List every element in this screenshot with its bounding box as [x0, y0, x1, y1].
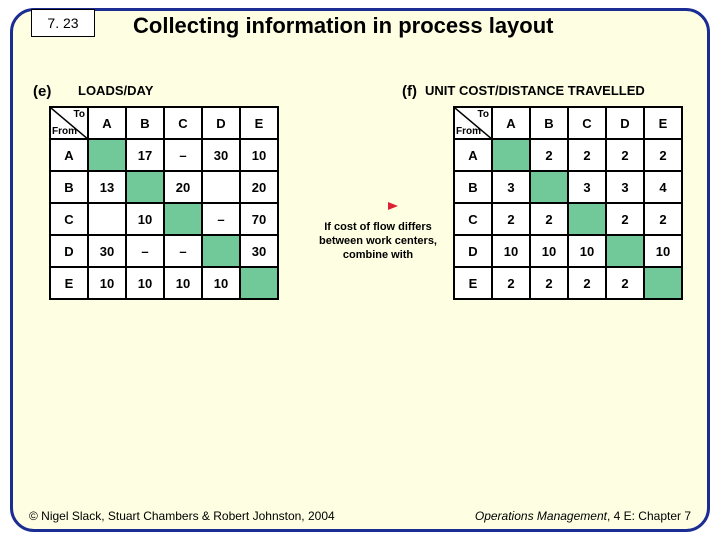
cell: 2 [568, 267, 606, 299]
cell: – [164, 139, 202, 171]
row-header: E [50, 267, 88, 299]
from-label: From [456, 126, 481, 137]
cell: 10 [530, 235, 568, 267]
slide-number: 7. 23 [47, 15, 78, 31]
cell: 30 [88, 235, 126, 267]
col-header: C [568, 107, 606, 139]
label-e: (e) [33, 83, 51, 100]
cell: 2 [644, 139, 682, 171]
caption-e: LOADS/DAY [78, 83, 153, 98]
row-header: D [50, 235, 88, 267]
cell: 20 [164, 171, 202, 203]
cell: 10 [240, 139, 278, 171]
footer-right-plain: , 4 E: Chapter 7 [607, 509, 691, 523]
cell [644, 267, 682, 299]
cell: 13 [88, 171, 126, 203]
cell: 10 [202, 267, 240, 299]
row-header: C [454, 203, 492, 235]
slide-title: Collecting information in process layout [133, 13, 554, 39]
cell: 10 [492, 235, 530, 267]
table-corner: To From [50, 107, 88, 139]
col-header: E [240, 107, 278, 139]
cell: 2 [606, 139, 644, 171]
table-loads: To From A B C D E A 17 – 30 10 B 13 [49, 106, 279, 300]
footer-right-italic: Operations Management [475, 509, 607, 523]
cell: 2 [644, 203, 682, 235]
col-header: D [606, 107, 644, 139]
cell: 30 [202, 139, 240, 171]
cell [202, 235, 240, 267]
from-label: From [52, 126, 77, 137]
cell: – [126, 235, 164, 267]
row-header: E [454, 267, 492, 299]
cell: 4 [644, 171, 682, 203]
cell [88, 139, 126, 171]
cell [492, 139, 530, 171]
footer-left: © Nigel Slack, Stuart Chambers & Robert … [29, 509, 335, 523]
cell: 2 [492, 203, 530, 235]
cell: 3 [492, 171, 530, 203]
cell: 2 [530, 203, 568, 235]
cell: 2 [568, 139, 606, 171]
mid-text: If cost of flow differs between work cen… [303, 221, 453, 262]
to-label: To [74, 109, 85, 120]
cell: – [164, 235, 202, 267]
cell: 20 [240, 171, 278, 203]
cell: 30 [240, 235, 278, 267]
cell [126, 171, 164, 203]
table-corner: To From [454, 107, 492, 139]
cell: 17 [126, 139, 164, 171]
cell: 10 [568, 235, 606, 267]
slide-sheet: 7. 23 Collecting information in process … [10, 8, 710, 532]
row-header: A [50, 139, 88, 171]
cell: 10 [126, 267, 164, 299]
cell [202, 171, 240, 203]
to-label: To [478, 109, 489, 120]
col-header: B [530, 107, 568, 139]
cell: 10 [126, 203, 164, 235]
col-header: C [164, 107, 202, 139]
caption-f: UNIT COST/DISTANCE TRAVELLED [425, 83, 645, 98]
col-header: D [202, 107, 240, 139]
cell: 2 [606, 203, 644, 235]
slide-stage: 7. 23 Collecting information in process … [0, 0, 720, 540]
table-unitcost: To From A B C D E A 2 2 2 2 B 3 [453, 106, 683, 300]
cell: 2 [530, 267, 568, 299]
cell: 2 [530, 139, 568, 171]
row-header: C [50, 203, 88, 235]
cell: 70 [240, 203, 278, 235]
cell [164, 203, 202, 235]
cell: – [202, 203, 240, 235]
cell: 3 [568, 171, 606, 203]
cell [88, 203, 126, 235]
row-header: B [454, 171, 492, 203]
cell: 10 [644, 235, 682, 267]
row-header: B [50, 171, 88, 203]
col-header: E [644, 107, 682, 139]
cell [606, 235, 644, 267]
col-header: A [492, 107, 530, 139]
cell [530, 171, 568, 203]
cell [240, 267, 278, 299]
col-header: B [126, 107, 164, 139]
row-header: D [454, 235, 492, 267]
row-header: A [454, 139, 492, 171]
cell: 3 [606, 171, 644, 203]
arrow-icon [298, 201, 398, 211]
footer-right: Operations Management, 4 E: Chapter 7 [475, 509, 691, 523]
cell: 10 [88, 267, 126, 299]
slide-number-box: 7. 23 [31, 9, 95, 37]
cell [568, 203, 606, 235]
cell: 2 [606, 267, 644, 299]
cell: 10 [164, 267, 202, 299]
cell: 2 [492, 267, 530, 299]
label-f: (f) [402, 83, 417, 100]
col-header: A [88, 107, 126, 139]
